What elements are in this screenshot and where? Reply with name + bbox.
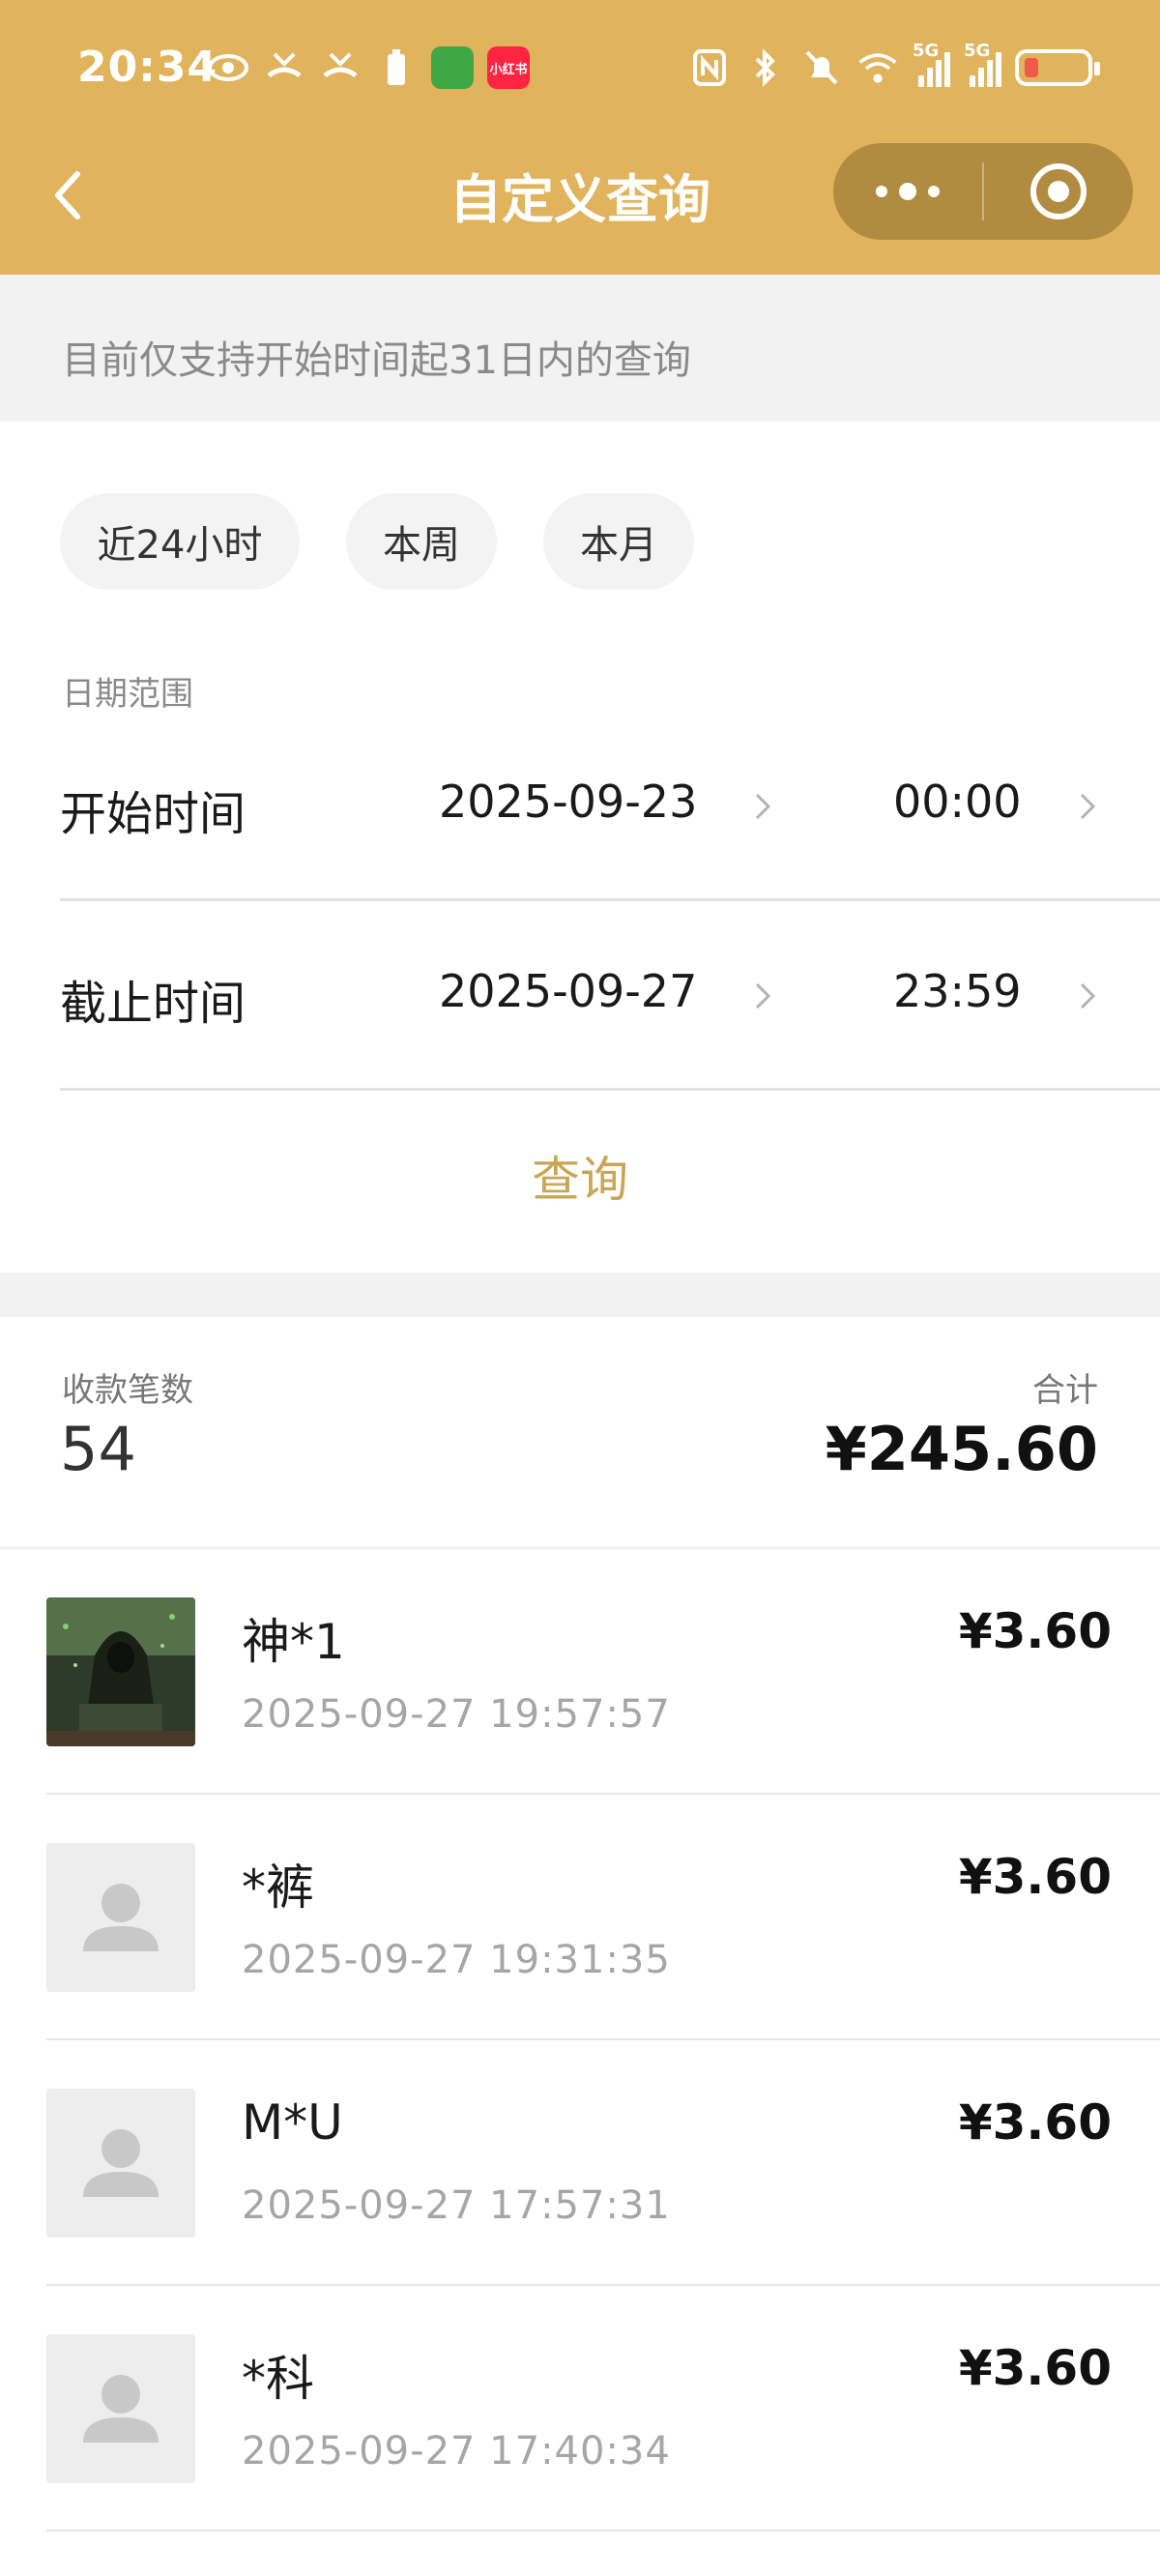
end-time-label: 截止时间 — [60, 977, 246, 1031]
list-item[interactable]: 神*1 2025-09-27 19:57:57 ¥3.60 — [0, 1549, 1160, 1795]
header: 20:34 小红书 5G 5G 自定义查询 — [0, 0, 1160, 275]
start-date-picker[interactable]: 2025-09-23 — [439, 776, 697, 828]
dot-icon — [876, 186, 887, 197]
more-button[interactable] — [833, 143, 982, 240]
status-time: 20:34 — [77, 43, 218, 92]
end-date-picker[interactable]: 2025-09-27 — [439, 965, 697, 1017]
target-icon — [1030, 163, 1087, 220]
quick-range-group: 近24小时 本周 本月 — [60, 493, 694, 590]
payment-time: 2025-09-27 17:40:34 — [242, 2429, 671, 2474]
total-value: ¥245.60 — [825, 1414, 1098, 1484]
payment-amount: ¥3.60 — [958, 2094, 1112, 2151]
end-time-row: 截止时间 2025-09-27 23:59 — [60, 901, 1160, 1091]
payment-time: 2025-09-27 19:57:57 — [242, 1692, 671, 1737]
default-user-icon — [46, 1843, 195, 1992]
query-button[interactable]: 查询 — [0, 1141, 1160, 1211]
xiaohongshu-icon: 小红书 — [487, 46, 530, 89]
start-time-picker[interactable]: 00:00 — [893, 776, 1022, 828]
nav-bar: 自定义查询 — [0, 143, 1160, 275]
avatar — [46, 1843, 195, 1992]
default-user-icon — [46, 2334, 195, 2483]
avatar — [46, 2334, 195, 2483]
missed-call-icon — [263, 46, 305, 89]
total-label: 合计 — [1032, 1371, 1098, 1410]
payment-time: 2025-09-27 17:57:31 — [242, 2183, 671, 2228]
payer-name: M*U — [242, 2094, 343, 2151]
signal-icon-2: 5G — [964, 41, 1001, 87]
notice-banner: 目前仅支持开始时间起31日内的查询 — [0, 275, 1160, 422]
payer-name: *裤 — [242, 1859, 314, 1916]
date-range-label: 日期范围 — [62, 675, 193, 714]
payment-amount: ¥3.60 — [958, 1603, 1112, 1659]
chevron-right-icon — [755, 793, 771, 820]
chevron-right-icon — [1080, 793, 1096, 820]
dot-icon — [928, 186, 940, 197]
payment-list: 神*1 2025-09-27 19:57:57 ¥3.60 *裤 2025-09… — [0, 1549, 1160, 2532]
default-user-icon — [46, 2089, 195, 2238]
status-left-icons: 小红书 — [207, 43, 530, 93]
start-time-label: 开始时间 — [60, 787, 246, 841]
missed-call-icon-2 — [319, 46, 362, 89]
dot-icon — [899, 183, 916, 200]
quick-range-month[interactable]: 本月 — [543, 493, 694, 590]
list-item[interactable]: *科 2025-09-27 17:40:34 ¥3.60 — [0, 2286, 1160, 2532]
mute-bell-icon — [800, 46, 843, 89]
notice-text: 目前仅支持开始时间起31日内的查询 — [62, 338, 691, 383]
bluetooth-icon — [744, 46, 787, 89]
payer-name: *科 — [242, 2351, 314, 2407]
nfc-icon — [688, 46, 731, 89]
avatar — [46, 2089, 195, 2238]
close-mini-program-button[interactable] — [984, 143, 1133, 240]
eye-icon — [207, 46, 249, 89]
green-app-icon — [431, 46, 474, 89]
status-right-icons: 5G 5G — [688, 41, 1100, 93]
payment-time: 2025-09-27 19:31:35 — [242, 1938, 671, 1982]
count-label: 收款笔数 — [62, 1371, 193, 1410]
status-bar: 20:34 小红书 5G 5G — [0, 0, 1160, 143]
quick-range-24h[interactable]: 近24小时 — [60, 493, 300, 590]
list-item[interactable]: M*U 2025-09-27 17:57:31 ¥3.60 — [0, 2040, 1160, 2286]
payment-amount: ¥3.60 — [958, 1849, 1112, 1905]
count-value: 54 — [60, 1414, 136, 1484]
wifi-icon — [856, 46, 899, 89]
start-time-row: 开始时间 2025-09-23 00:00 — [60, 712, 1160, 901]
signal-icon-1: 5G — [913, 41, 950, 87]
battery-icon — [1015, 49, 1100, 86]
list-item[interactable]: *裤 2025-09-27 19:31:35 ¥3.60 — [0, 1795, 1160, 2040]
end-time-picker[interactable]: 23:59 — [893, 965, 1022, 1017]
hooded-figure-photo-icon — [46, 1597, 195, 1746]
avatar — [46, 1597, 195, 1746]
payer-name: 神*1 — [242, 1614, 345, 1670]
quick-range-week[interactable]: 本周 — [346, 493, 497, 590]
section-gap — [0, 1273, 1160, 1317]
battery-saver-icon — [375, 46, 418, 89]
divider — [46, 2530, 1160, 2532]
summary-panel: 收款笔数 54 合计 ¥245.60 — [0, 1317, 1160, 1549]
payment-amount: ¥3.60 — [958, 2340, 1112, 2396]
chevron-right-icon — [1080, 982, 1096, 1010]
chevron-right-icon — [755, 982, 771, 1010]
mini-program-capsule — [833, 143, 1133, 240]
